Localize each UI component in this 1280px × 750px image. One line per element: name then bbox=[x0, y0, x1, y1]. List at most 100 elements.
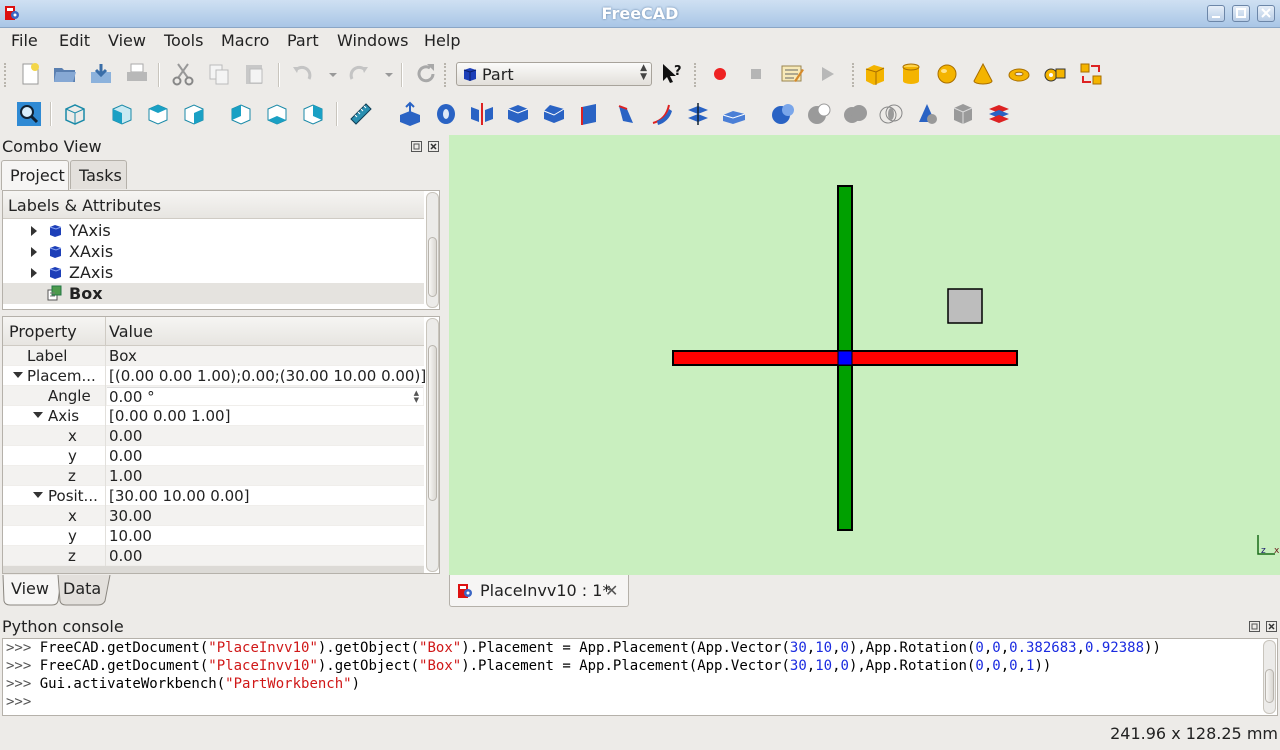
fuse-icon[interactable] bbox=[842, 101, 868, 127]
minimize-button[interactable] bbox=[1207, 5, 1225, 22]
property-row-axis-x[interactable]: x 0.00 bbox=[3, 426, 424, 446]
float-panel-icon[interactable] bbox=[411, 141, 422, 152]
shape-builder-icon[interactable] bbox=[1078, 61, 1104, 87]
scrollbar-thumb[interactable] bbox=[1265, 669, 1274, 703]
redo-icon[interactable] bbox=[346, 61, 372, 87]
tree-item-yaxis[interactable]: YAxis bbox=[3, 220, 424, 241]
property-value[interactable]: [30.00 10.00 0.00] bbox=[109, 487, 250, 505]
view-bottom-icon[interactable] bbox=[264, 101, 290, 127]
property-row-axis[interactable]: Axis [0.00 0.00 1.00] bbox=[3, 406, 424, 426]
property-value[interactable]: 10.00 bbox=[109, 527, 152, 545]
menu-macro[interactable]: Macro bbox=[221, 31, 269, 50]
offset-icon[interactable] bbox=[721, 101, 747, 127]
close-panel-icon[interactable] bbox=[428, 141, 439, 152]
tree-item-xaxis[interactable]: XAxis bbox=[3, 241, 424, 262]
menu-help[interactable]: Help bbox=[424, 31, 460, 50]
angle-spinbox[interactable]: 0.00 ° ▲ ▼ bbox=[107, 387, 423, 406]
property-row-position-z[interactable]: z 0.00 bbox=[3, 546, 424, 566]
shape-from-mesh-icon[interactable] bbox=[914, 101, 940, 127]
property-value[interactable]: 0.00 bbox=[109, 547, 142, 565]
property-row-placement[interactable]: Placem... [(0.00 0.00 1.00);0.00;(30.00 … bbox=[3, 366, 426, 386]
expand-arrow-icon[interactable] bbox=[31, 247, 37, 257]
property-value[interactable]: Box bbox=[109, 347, 137, 365]
property-row-axis-y[interactable]: y 0.00 bbox=[3, 446, 424, 466]
cut-boolean-icon[interactable] bbox=[806, 101, 832, 127]
part-check-icon[interactable] bbox=[950, 101, 976, 127]
console-scrollbar[interactable] bbox=[1263, 640, 1276, 714]
property-row-label[interactable]: Label Box bbox=[3, 346, 424, 366]
section-icon[interactable] bbox=[685, 101, 711, 127]
property-row-position-y[interactable]: y 10.00 bbox=[3, 526, 424, 546]
workbench-selector[interactable]: Part ▲ ▼ bbox=[456, 62, 652, 86]
menu-windows[interactable]: Windows bbox=[337, 31, 408, 50]
property-value[interactable]: [0.00 0.00 1.00] bbox=[109, 407, 230, 425]
ruled-surface-icon[interactable] bbox=[577, 101, 603, 127]
sweep-icon[interactable] bbox=[649, 101, 675, 127]
close-window-button[interactable] bbox=[1257, 5, 1275, 22]
property-row-position-x[interactable]: x 30.00 bbox=[3, 506, 424, 526]
compound-icon[interactable] bbox=[986, 101, 1012, 127]
fillet-icon[interactable] bbox=[505, 101, 531, 127]
angle-value[interactable]: 0.00 ° bbox=[109, 388, 155, 406]
property-row-angle[interactable]: Angle 0.00 ° ▲ ▼ bbox=[3, 386, 424, 406]
document-tab[interactable]: PlaceInvv10 : 1* ✕ bbox=[449, 575, 629, 607]
open-folder-icon[interactable] bbox=[52, 61, 78, 87]
property-row-axis-z[interactable]: z 1.00 bbox=[3, 466, 424, 486]
fit-all-icon[interactable] bbox=[16, 101, 42, 127]
python-console[interactable]: >>> FreeCAD.getDocument("PlaceInvv10").g… bbox=[2, 638, 1278, 716]
part-sphere-icon[interactable] bbox=[934, 61, 960, 87]
macro-edit-icon[interactable] bbox=[779, 61, 805, 87]
property-value[interactable]: 0.00 bbox=[109, 447, 142, 465]
view-axonometric-icon[interactable] bbox=[62, 101, 88, 127]
scrollbar-thumb[interactable] bbox=[428, 237, 437, 297]
redo-dropdown-icon[interactable] bbox=[376, 61, 402, 87]
macro-execute-icon[interactable] bbox=[815, 61, 841, 87]
scene-canvas[interactable]: z x bbox=[449, 135, 1280, 575]
tree-item-zaxis[interactable]: ZAxis bbox=[3, 262, 424, 283]
undo-dropdown-icon[interactable] bbox=[320, 61, 346, 87]
part-box-icon[interactable] bbox=[862, 61, 888, 87]
common-icon[interactable] bbox=[878, 101, 904, 127]
tab-project[interactable]: Project bbox=[1, 160, 69, 190]
menu-tools[interactable]: Tools bbox=[164, 31, 203, 50]
undo-icon[interactable] bbox=[289, 61, 315, 87]
part-cylinder-icon[interactable] bbox=[898, 61, 924, 87]
float-panel-icon[interactable] bbox=[1249, 621, 1260, 632]
spin-arrows-icon[interactable]: ▲ ▼ bbox=[414, 390, 419, 404]
chamfer-icon[interactable] bbox=[541, 101, 567, 127]
scrollbar-thumb[interactable] bbox=[428, 345, 437, 501]
refresh-icon[interactable] bbox=[413, 61, 439, 87]
menu-part[interactable]: Part bbox=[287, 31, 319, 50]
mirror-icon[interactable] bbox=[469, 101, 495, 127]
whats-this-icon[interactable]: ? bbox=[658, 61, 684, 87]
revolve-icon[interactable] bbox=[433, 101, 459, 127]
extrude-icon[interactable] bbox=[397, 101, 423, 127]
collapse-arrow-icon[interactable] bbox=[33, 492, 43, 498]
box-object[interactable] bbox=[947, 288, 983, 324]
property-value[interactable]: 1.00 bbox=[109, 467, 142, 485]
paste-icon[interactable] bbox=[242, 61, 268, 87]
expand-arrow-icon[interactable] bbox=[31, 226, 37, 236]
z-axis-bar[interactable] bbox=[837, 350, 853, 366]
new-document-icon[interactable] bbox=[17, 61, 43, 87]
view-top-icon[interactable] bbox=[145, 101, 171, 127]
close-tab-icon[interactable]: ✕ bbox=[605, 581, 618, 600]
tree-item-box[interactable]: Box bbox=[3, 283, 424, 304]
view-left-icon[interactable] bbox=[300, 101, 326, 127]
view-right-icon[interactable] bbox=[181, 101, 207, 127]
tree-scrollbar[interactable] bbox=[426, 192, 439, 308]
expand-arrow-icon[interactable] bbox=[31, 268, 37, 278]
collapse-arrow-icon[interactable] bbox=[33, 412, 43, 418]
menu-file[interactable]: File bbox=[11, 31, 38, 50]
maximize-button[interactable] bbox=[1232, 5, 1250, 22]
cut-icon[interactable] bbox=[170, 61, 196, 87]
measure-distance-icon[interactable] bbox=[348, 101, 374, 127]
view-front-icon[interactable] bbox=[109, 101, 135, 127]
property-row-position[interactable]: Posit... [30.00 10.00 0.00] bbox=[3, 486, 424, 506]
part-primitives-icon[interactable] bbox=[1042, 61, 1068, 87]
view-rear-icon[interactable] bbox=[228, 101, 254, 127]
tab-tasks[interactable]: Tasks bbox=[70, 160, 127, 189]
tab-view[interactable]: View bbox=[5, 575, 55, 605]
close-panel-icon[interactable] bbox=[1266, 621, 1277, 632]
save-icon[interactable] bbox=[88, 61, 114, 87]
